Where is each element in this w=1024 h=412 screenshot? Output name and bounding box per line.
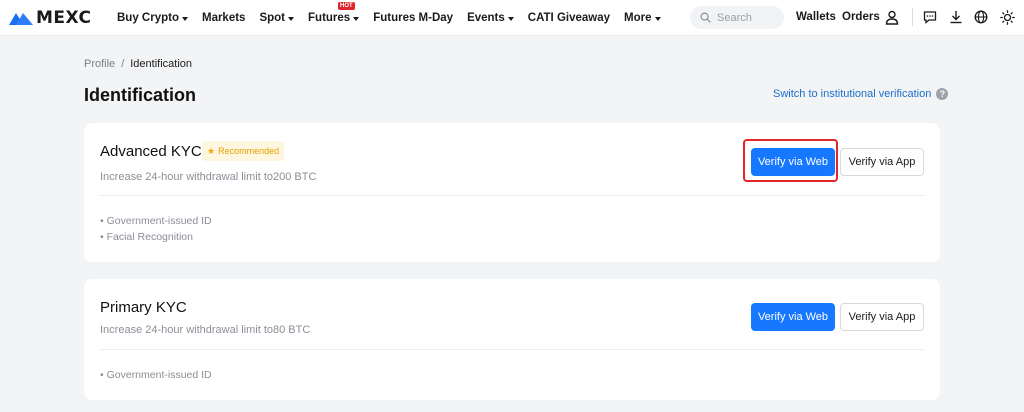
help-icon[interactable]: ?: [936, 88, 949, 100]
nav-label: Futures M-Day: [373, 12, 454, 24]
star-icon: ★: [207, 145, 216, 156]
user-icon[interactable]: [884, 9, 900, 25]
top-header: MEXC Buy Crypto Markets Spot Futures HOT …: [0, 0, 1024, 36]
card-description: Increase 24-hour withdrawal limit to200 …: [100, 171, 317, 183]
nav-futures-m-day[interactable]: Futures M-Day: [373, 12, 453, 24]
logo-text: MEXC: [36, 8, 92, 28]
card-description: Increase 24-hour withdrawal limit to80 B…: [100, 324, 311, 336]
download-icon[interactable]: [948, 9, 964, 25]
theme-sun-icon[interactable]: [999, 9, 1015, 25]
primary-kyc-card: Primary KYC Increase 24-hour withdrawal …: [84, 279, 940, 400]
main-nav: Buy Crypto Markets Spot Futures HOT Futur…: [117, 0, 675, 36]
nav-label: More: [624, 12, 652, 24]
badge-label: Recommended: [218, 146, 280, 156]
breadcrumb: Profile / Identification: [84, 58, 192, 70]
search-input[interactable]: [717, 11, 777, 24]
advanced-kyc-card: Advanced KYC ★ Recommended Increase 24-h…: [84, 123, 940, 262]
card-title: Advanced KYC: [100, 143, 202, 160]
institutional-link-label: Switch to institutional verification: [773, 88, 932, 100]
breadcrumb-current: Identification: [130, 58, 193, 70]
requirement-item: • Government-issued ID: [100, 369, 212, 381]
mexc-logo-icon: [9, 13, 33, 25]
chevron-down-icon: [353, 16, 360, 21]
verify-via-web-button[interactable]: Verify via Web: [751, 303, 835, 331]
nav-label: Markets: [201, 12, 246, 24]
nav-spot[interactable]: Spot: [259, 12, 295, 24]
verify-via-app-button[interactable]: Verify via App: [840, 148, 924, 176]
requirement-item: • Facial Recognition: [100, 231, 193, 243]
chevron-down-icon: [507, 16, 514, 21]
nav-label: Spot: [259, 12, 286, 24]
verify-via-app-button[interactable]: Verify via App: [840, 303, 924, 331]
verify-via-web-button[interactable]: Verify via Web: [751, 148, 835, 176]
recommended-badge: ★ Recommended: [202, 141, 285, 161]
mexc-logo[interactable]: MEXC: [8, 9, 92, 27]
nav-events[interactable]: Events: [467, 12, 514, 24]
nav-buy-crypto[interactable]: Buy Crypto: [117, 12, 188, 24]
nav-label: Buy Crypto: [117, 12, 179, 24]
card-divider: [100, 195, 924, 196]
chevron-down-icon: [288, 16, 295, 21]
card-title: Primary KYC: [100, 299, 187, 316]
hot-badge: HOT: [338, 2, 355, 10]
institutional-verification-link[interactable]: Switch to institutional verification ?: [773, 88, 949, 100]
globe-icon[interactable]: [973, 9, 989, 25]
search-icon: [700, 12, 711, 23]
requirement-item: • Government-issued ID: [100, 215, 212, 227]
nav-cati-giveaway[interactable]: CATI Giveaway: [528, 12, 610, 24]
nav-label: CATI Giveaway: [527, 12, 611, 24]
page-title: Identification: [84, 85, 196, 105]
chevron-down-icon: [181, 16, 188, 21]
nav-more[interactable]: More: [624, 12, 661, 24]
chevron-down-icon: [654, 16, 661, 21]
nav-markets[interactable]: Markets: [202, 12, 245, 24]
header-divider: [912, 8, 913, 26]
wallets-link[interactable]: Wallets: [796, 11, 836, 23]
breadcrumb-profile[interactable]: Profile: [84, 58, 115, 70]
search-box[interactable]: [690, 6, 784, 29]
nav-label: Events: [467, 12, 505, 24]
breadcrumb-separator: /: [121, 58, 125, 70]
nav-futures[interactable]: Futures HOT: [308, 2, 360, 24]
orders-link[interactable]: Orders: [842, 11, 880, 23]
nav-label: Futures: [308, 12, 351, 24]
message-icon[interactable]: [922, 9, 938, 25]
card-divider: [100, 349, 924, 350]
